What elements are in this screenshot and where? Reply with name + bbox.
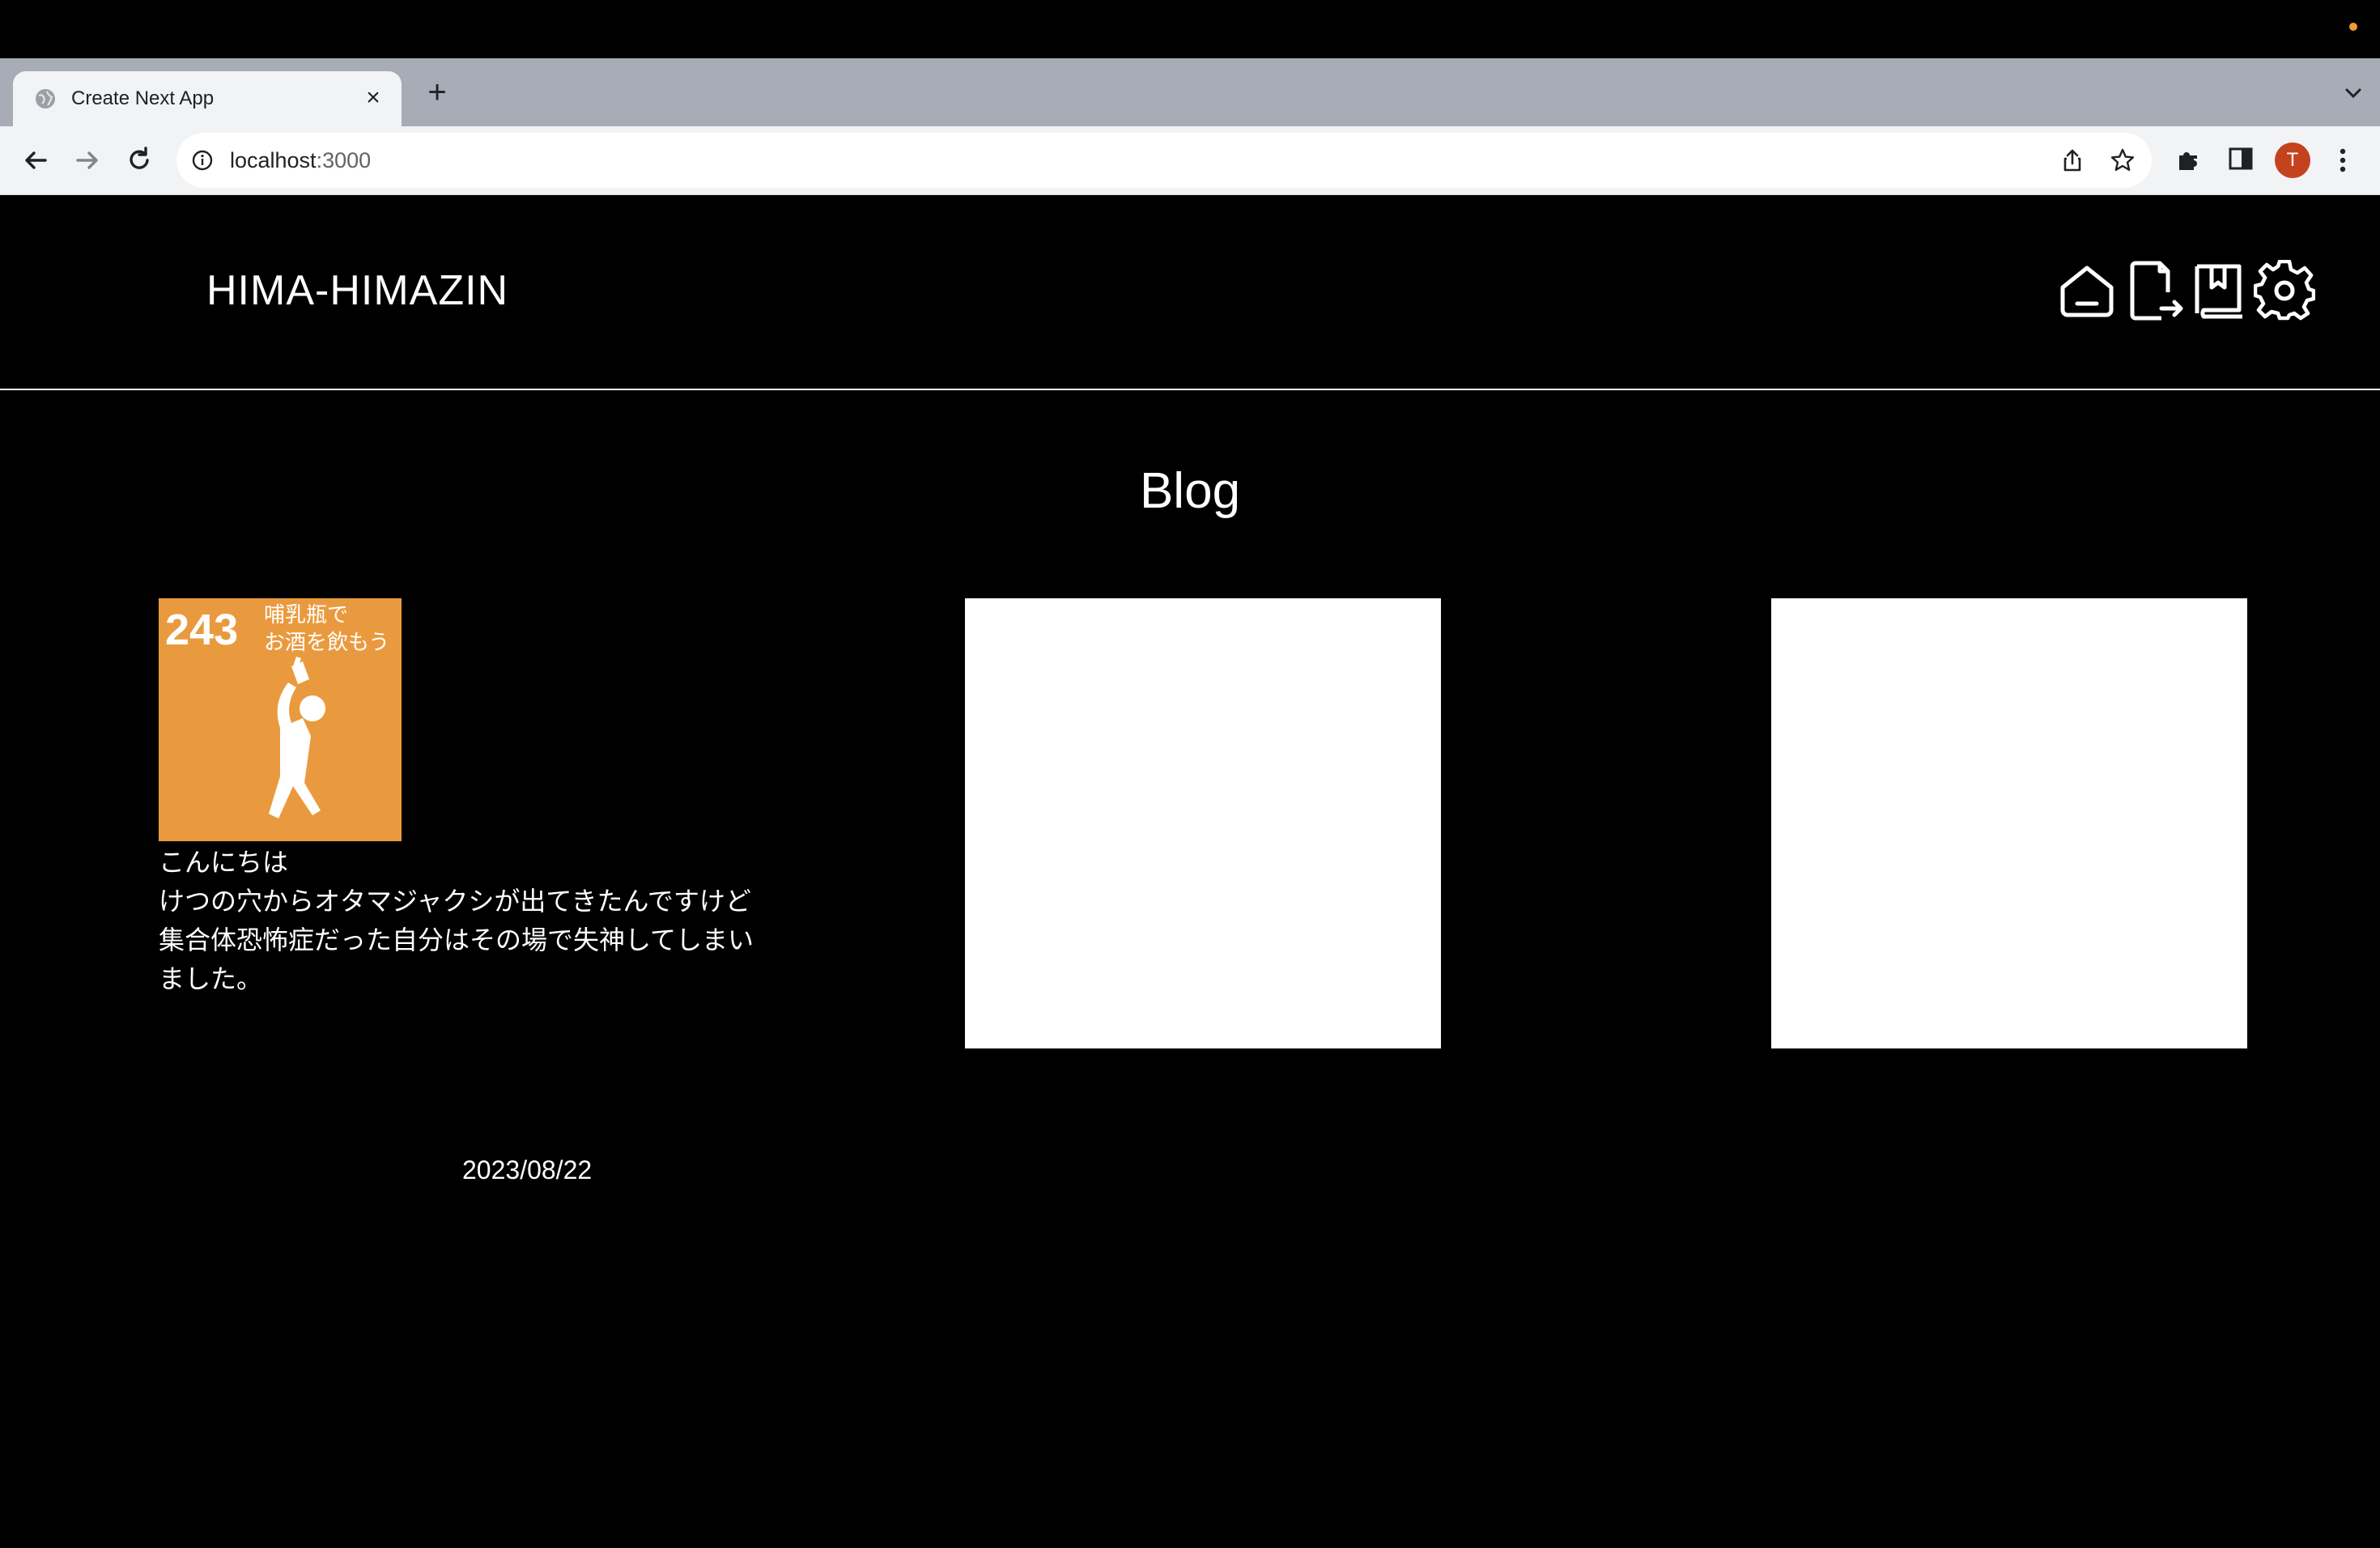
reload-icon[interactable] <box>123 144 155 176</box>
close-tab-icon[interactable]: × <box>359 84 387 112</box>
info-icon[interactable] <box>191 149 214 172</box>
recording-indicator <box>2349 23 2357 31</box>
back-icon[interactable] <box>19 144 52 176</box>
blog-post-placeholder[interactable] <box>965 598 1441 1048</box>
bookmark-icon[interactable] <box>2189 260 2250 321</box>
post-excerpt: こんにちは けつの穴からオタマジャクシが出てきたんですけど集合体恐怖症だった自分… <box>159 847 754 994</box>
browser-tab-strip: Create Next App × + <box>0 58 2380 126</box>
forward-icon[interactable] <box>71 144 104 176</box>
thumbnail-number: 243 <box>165 606 239 654</box>
profile-avatar[interactable]: T <box>2275 142 2310 178</box>
os-menu-bar <box>0 0 2380 58</box>
site-title[interactable]: HIMA-HIMAZIN <box>206 266 508 315</box>
browser-toolbar: localhost:3000 T <box>0 126 2380 195</box>
web-page: HIMA-HIMAZIN Blog 243 哺乳瓶で お酒を飲もう こんにちは … <box>0 195 2380 1548</box>
home-icon[interactable] <box>2056 260 2118 321</box>
extensions-icon[interactable] <box>2174 144 2204 173</box>
more-options-icon[interactable] <box>2328 144 2357 176</box>
post-date: 2023/08/22 <box>462 1155 593 1184</box>
share-icon[interactable] <box>2059 147 2085 173</box>
address-bar[interactable]: localhost:3000 <box>176 133 2152 188</box>
file-export-icon[interactable] <box>2124 260 2186 321</box>
page-heading: Blog <box>1139 463 1241 519</box>
browser-tab[interactable]: Create Next App × <box>13 71 402 126</box>
new-tab-button[interactable]: + <box>421 76 453 108</box>
post-thumbnail[interactable]: 243 哺乳瓶で お酒を飲もう <box>159 598 402 841</box>
bookmark-star-icon[interactable] <box>2110 147 2136 173</box>
blog-post-placeholder[interactable] <box>1771 598 2247 1048</box>
thumbnail-caption: 哺乳瓶で お酒を飲もう <box>264 603 390 655</box>
header-nav <box>2056 260 2323 321</box>
gear-icon[interactable] <box>2254 260 2315 321</box>
header-divider <box>0 389 2380 390</box>
url-text: localhost:3000 <box>230 148 372 172</box>
chevron-down-icon[interactable] <box>2340 79 2367 107</box>
side-panel-icon[interactable] <box>2226 144 2255 173</box>
tab-title: Create Next App <box>71 87 215 109</box>
globe-icon <box>36 89 55 108</box>
